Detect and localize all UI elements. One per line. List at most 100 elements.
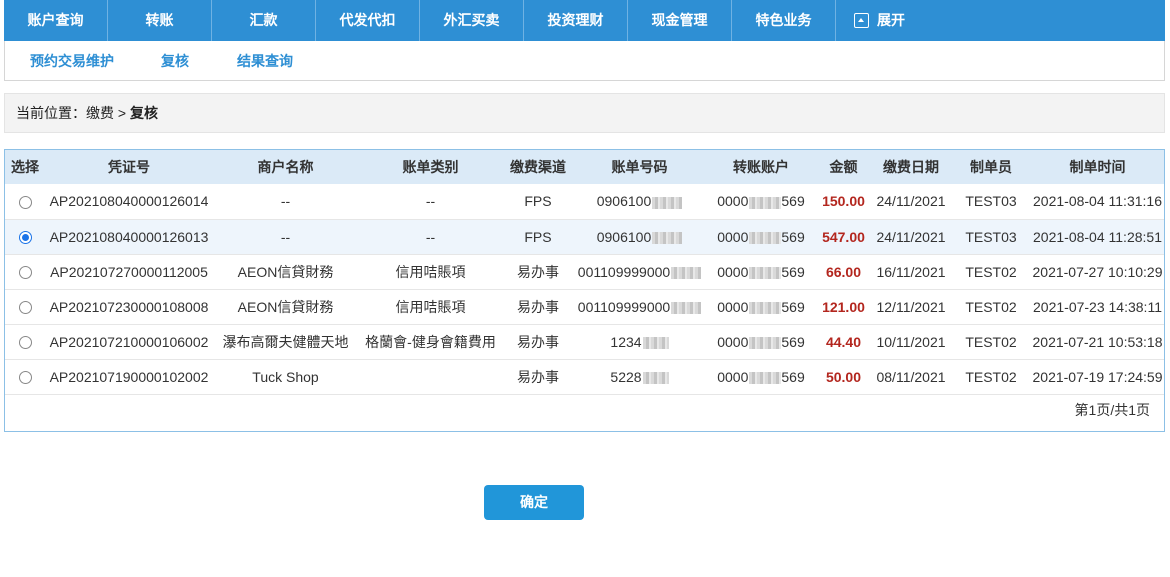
- amount: 547.00: [822, 228, 865, 245]
- bill-number-visible: 5228: [610, 368, 642, 385]
- nav-cash-management[interactable]: 现金管理: [628, 0, 732, 41]
- account-prefix: 0000: [717, 333, 749, 350]
- amount: 66.00: [825, 263, 862, 280]
- row-select-radio[interactable]: [18, 266, 32, 280]
- voucher-no: AP202108040000126013: [49, 228, 209, 245]
- payment-channel: FPS: [524, 193, 552, 210]
- redacted-mask: [749, 336, 782, 349]
- account-prefix: 0000: [717, 193, 749, 210]
- row-select-radio[interactable]: [18, 371, 32, 385]
- account-suffix: 569: [781, 263, 805, 280]
- maker: TEST02: [965, 298, 1017, 315]
- merchant-name: --: [280, 228, 291, 245]
- payment-channel: 易办事: [517, 263, 559, 280]
- header-bill-number: 账单号码: [611, 159, 668, 175]
- header-maker: 制单员: [970, 159, 1012, 175]
- payment-date: 24/11/2021: [876, 193, 946, 210]
- row-select-radio[interactable]: [18, 231, 32, 245]
- header-voucher-no: 凭证号: [108, 159, 150, 175]
- table-row[interactable]: AP202107210000106002 瀑布高爾夫健體天地 格蘭會-健身會籍費…: [5, 324, 1164, 359]
- nav-forex[interactable]: 外汇买卖: [420, 0, 524, 41]
- bill-number-visible: 001109999000: [577, 298, 671, 315]
- payment-date: 24/11/2021: [876, 228, 946, 245]
- pagination-info: 第1页/共1页: [1074, 402, 1150, 418]
- redacted-mask: [652, 231, 683, 244]
- review-table: 选择 凭证号 商户名称 账单类别 缴费渠道 账单号码 转账账户 金额 缴费日期 …: [5, 150, 1164, 395]
- review-table-panel: 选择 凭证号 商户名称 账单类别 缴费渠道 账单号码 转账账户 金额 缴费日期 …: [4, 149, 1165, 432]
- row-select-radio[interactable]: [18, 336, 32, 350]
- payment-date: 16/11/2021: [876, 263, 946, 280]
- breadcrumb-path: 当前位置：缴费 >: [16, 105, 130, 121]
- bill-number-visible: 0906100: [596, 193, 652, 210]
- created-time: 2021-08-04 11:31:16: [1033, 193, 1162, 210]
- bill-category: --: [425, 193, 436, 210]
- header-bill-category: 账单类别: [402, 159, 459, 175]
- table-row[interactable]: AP202107230000108008 AEON信貸財務 信用咭賬項 易办事 …: [5, 289, 1164, 324]
- bill-number-visible: 001109999000: [577, 263, 671, 280]
- payment-date: 10/11/2021: [876, 333, 946, 350]
- header-transfer-account: 转账账户: [733, 159, 789, 175]
- redacted-mask: [671, 301, 702, 314]
- confirm-button[interactable]: 确定: [484, 485, 584, 520]
- amount: 121.00: [822, 298, 865, 315]
- redacted-mask: [749, 266, 782, 279]
- transfer-account: 0000 569: [706, 359, 816, 394]
- bill-number: 5228: [573, 359, 706, 394]
- nav-investment[interactable]: 投资理财: [524, 0, 628, 41]
- subnav-result-query[interactable]: 结果查询: [237, 51, 293, 71]
- nav-account-query[interactable]: 账户查询: [4, 0, 108, 41]
- bill-category: 信用咭賬項: [395, 298, 466, 315]
- redacted-mask: [749, 196, 782, 209]
- merchant-name: AEON信貸財務: [237, 263, 334, 280]
- nav-payroll-debit[interactable]: 代发代扣: [316, 0, 420, 41]
- table-row[interactable]: AP202107190000102002 Tuck Shop 易办事 5228 …: [5, 359, 1164, 394]
- voucher-no: AP202107210000106002: [49, 333, 209, 350]
- bill-number: 001109999000: [573, 254, 706, 289]
- payment-date: 12/11/2021: [876, 298, 946, 315]
- created-time: 2021-07-19 17:24:59: [1032, 368, 1163, 385]
- redacted-mask: [671, 266, 702, 279]
- expand-button[interactable]: 展开: [836, 0, 1165, 41]
- redacted-mask: [749, 371, 782, 384]
- subnav-review[interactable]: 复核: [161, 51, 189, 71]
- header-merchant-name: 商户名称: [257, 159, 314, 175]
- maker: TEST03: [965, 228, 1017, 245]
- voucher-no: AP202108040000126014: [49, 193, 209, 210]
- account-prefix: 0000: [717, 298, 749, 315]
- account-prefix: 0000: [717, 368, 749, 385]
- created-time: 2021-08-04 11:28:51: [1033, 228, 1162, 245]
- table-row[interactable]: AP202108040000126014 -- -- FPS 0906100 0…: [5, 184, 1164, 219]
- merchant-name: Tuck Shop: [252, 368, 319, 385]
- voucher-no: AP202107270000112005: [50, 263, 208, 280]
- subnav-scheduled-maintenance[interactable]: 预约交易维护: [30, 51, 114, 71]
- redacted-mask: [749, 301, 782, 314]
- bill-category: 格蘭會-健身會籍費用: [365, 333, 496, 350]
- nav-remittance[interactable]: 汇款: [212, 0, 316, 41]
- voucher-no: AP202107190000102002: [49, 368, 209, 385]
- account-suffix: 569: [781, 298, 805, 315]
- header-amount: 金额: [829, 159, 858, 175]
- account-suffix: 569: [781, 368, 805, 385]
- merchant-name: --: [280, 193, 291, 210]
- nav-special-business[interactable]: 特色业务: [732, 0, 836, 41]
- nav-transfer[interactable]: 转账: [108, 0, 212, 41]
- table-row[interactable]: AP202108040000126013 -- -- FPS 0906100 0…: [5, 219, 1164, 254]
- row-select-radio[interactable]: [18, 301, 32, 315]
- created-time: 2021-07-23 14:38:11: [1033, 298, 1162, 315]
- transfer-account: 0000 569: [706, 184, 816, 219]
- table-header-row: 选择 凭证号 商户名称 账单类别 缴费渠道 账单号码 转账账户 金额 缴费日期 …: [5, 150, 1164, 184]
- payment-channel: 易办事: [517, 298, 559, 315]
- breadcrumb: 当前位置：缴费 > 复核: [4, 93, 1165, 133]
- bill-category: 信用咭賬項: [395, 263, 466, 280]
- row-select-radio[interactable]: [18, 196, 32, 210]
- redacted-mask: [749, 231, 782, 244]
- header-created-time: 制单时间: [1069, 159, 1126, 175]
- redacted-mask: [652, 196, 683, 209]
- table-row[interactable]: AP202107270000112005 AEON信貸財務 信用咭賬項 易办事 …: [5, 254, 1164, 289]
- account-suffix: 569: [781, 333, 805, 350]
- maker: TEST03: [965, 193, 1017, 210]
- maker: TEST02: [965, 263, 1017, 280]
- top-nav: 账户查询 转账 汇款 代发代扣 外汇买卖 投资理财 现金管理 特色业务 展开: [4, 0, 1165, 41]
- breadcrumb-current: 复核: [129, 105, 158, 121]
- amount: 50.00: [825, 368, 862, 385]
